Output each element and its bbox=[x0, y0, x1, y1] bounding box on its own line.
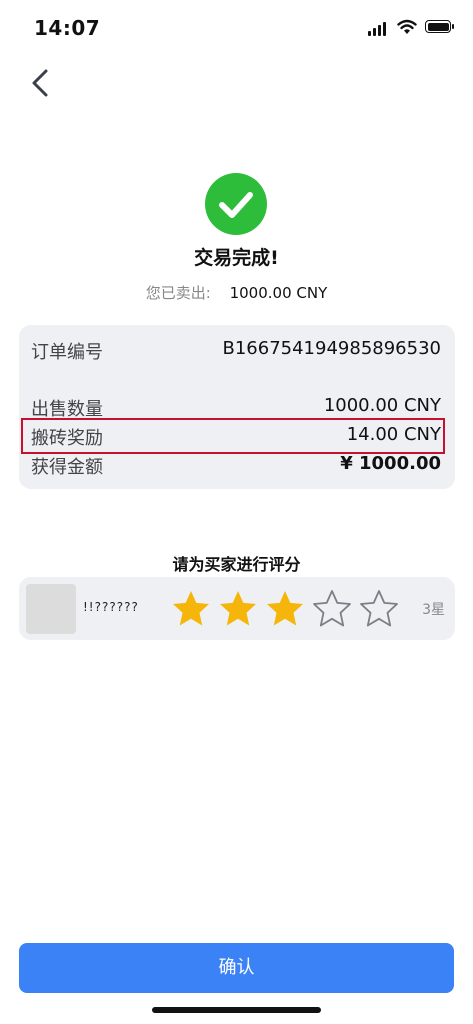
order-number-value: B166754194985896530 bbox=[222, 338, 442, 359]
buyer-name: !!?????? bbox=[83, 600, 139, 614]
star-filled-icon[interactable] bbox=[218, 589, 258, 629]
status-bar: 14:07 bbox=[0, 0, 473, 56]
star-filled-icon[interactable] bbox=[171, 589, 211, 629]
confirm-button[interactable]: 确认 bbox=[19, 943, 454, 993]
buyer-avatar bbox=[26, 584, 76, 634]
star-empty-icon[interactable] bbox=[359, 589, 399, 629]
success-check-icon bbox=[205, 173, 267, 235]
home-indicator bbox=[152, 1007, 321, 1013]
star-filled-icon[interactable] bbox=[265, 589, 305, 629]
back-chevron-icon[interactable] bbox=[26, 66, 56, 100]
rate-buyer-prompt: 请为买家进行评分 bbox=[172, 555, 301, 574]
wifi-icon bbox=[397, 19, 417, 34]
sold-label: 您已卖出: bbox=[145, 284, 211, 302]
result-title: 交易完成! bbox=[194, 247, 279, 269]
sold-value: 1000.00 CNY bbox=[229, 284, 328, 302]
signal-icon bbox=[368, 22, 388, 36]
received-amount-row: 获得金额 ¥ 1000.00 bbox=[31, 453, 441, 483]
star-empty-icon[interactable] bbox=[312, 589, 352, 629]
reward-label: 搬砖奖励 bbox=[31, 428, 103, 449]
reward-row: 搬砖奖励 14.00 CNY bbox=[31, 424, 441, 454]
received-amount-value: ¥ 1000.00 bbox=[340, 453, 441, 474]
order-number-row: 订单编号 B166754194985896530 bbox=[31, 338, 441, 368]
sold-amount-line: 您已卖出: 1000.00 CNY bbox=[0, 282, 473, 303]
reward-value: 14.00 CNY bbox=[346, 424, 441, 445]
status-time: 14:07 bbox=[34, 16, 101, 40]
sold-quantity-value: 1000.00 CNY bbox=[323, 395, 441, 416]
rating-card: !!?????? 3星 bbox=[19, 577, 455, 640]
battery-icon bbox=[425, 20, 454, 33]
order-summary-card: 订单编号 B166754194985896530 出售数量 1000.00 CN… bbox=[19, 325, 455, 489]
rating-text: 3星 bbox=[422, 602, 445, 618]
order-number-label: 订单编号 bbox=[31, 342, 103, 363]
received-amount-label: 获得金额 bbox=[31, 457, 103, 478]
